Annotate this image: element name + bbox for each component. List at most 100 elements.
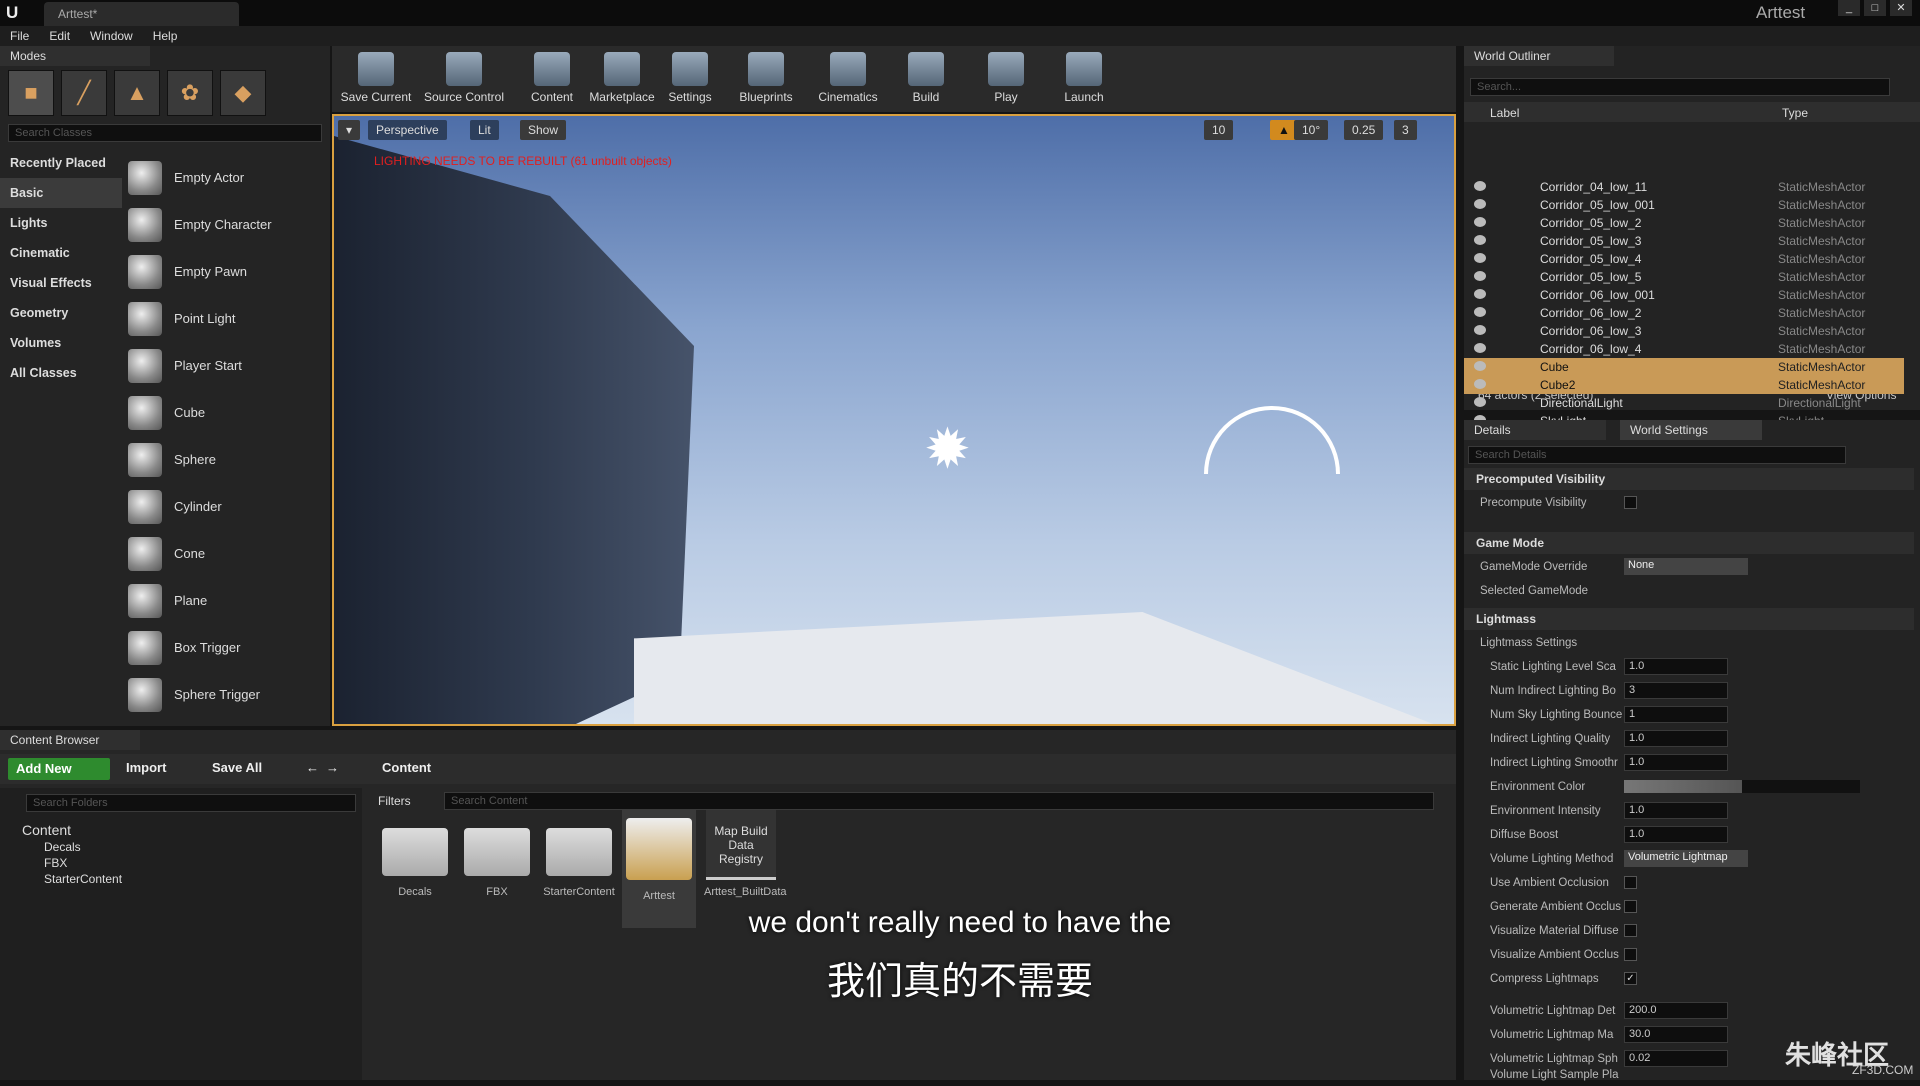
list-item[interactable]: Point Light (124, 295, 324, 342)
asset-tile[interactable]: Map Build Data Registry Arttest_BuiltData (704, 810, 787, 898)
category-geometry[interactable]: Geometry (0, 298, 122, 328)
content-button[interactable]: Content (512, 46, 592, 110)
landscape-mode-icon[interactable]: ▲ (114, 70, 160, 116)
property-value-field[interactable]: 1.0 (1624, 754, 1728, 771)
game-mode-section[interactable]: Game Mode (1464, 532, 1914, 554)
environment-color-swatch[interactable] (1624, 780, 1860, 793)
property-value-field[interactable]: 1 (1624, 706, 1728, 723)
menu-window[interactable]: Window (90, 29, 133, 43)
outliner-row[interactable]: Corridor_06_low_4 StaticMeshActor (1464, 340, 1904, 358)
world-settings-tab[interactable]: World Settings (1620, 420, 1762, 440)
add-new-button[interactable]: Add New (8, 758, 110, 780)
eye-icon[interactable] (1474, 199, 1486, 209)
maximize-button[interactable]: □ (1864, 0, 1886, 16)
directional-light-icon[interactable]: ✹ (924, 416, 971, 482)
lit-button[interactable]: Lit (470, 120, 499, 140)
volume-lighting-method-dropdown[interactable]: Volumetric Lightmap (1624, 850, 1748, 867)
outliner-row[interactable]: DirectionalLight DirectionalLight (1464, 394, 1904, 412)
menu-file[interactable]: File (10, 29, 29, 43)
category-recently-placed[interactable]: Recently Placed (0, 148, 122, 178)
list-item[interactable]: Cone (124, 530, 324, 577)
category-all-classes[interactable]: All Classes (0, 358, 122, 388)
tree-item-content[interactable]: Content (22, 822, 71, 838)
eye-icon[interactable] (1474, 343, 1486, 353)
eye-icon[interactable] (1474, 217, 1486, 227)
outliner-row[interactable]: Cube StaticMeshActor (1464, 358, 1904, 376)
list-item[interactable]: Plane (124, 577, 324, 624)
eye-icon[interactable] (1474, 235, 1486, 245)
save-current-button[interactable]: Save Current (336, 46, 416, 110)
eye-icon[interactable] (1474, 271, 1486, 281)
minimize-button[interactable]: _ (1838, 0, 1860, 16)
play-button[interactable]: Play (966, 46, 1046, 110)
save-all-button[interactable]: Save All (212, 760, 262, 775)
list-item[interactable]: Sphere Trigger (124, 671, 324, 718)
property-value-field[interactable]: 1.0 (1624, 730, 1728, 747)
property-value-field[interactable]: 0.02 (1624, 1050, 1728, 1067)
settings-button[interactable]: Settings (650, 46, 730, 110)
tree-item-decals[interactable]: Decals (44, 840, 81, 854)
property-value-field[interactable]: 1.0 (1624, 658, 1728, 675)
asset-tile[interactable]: Decals (378, 818, 452, 898)
details-search-input[interactable]: Search Details (1468, 446, 1846, 464)
import-button[interactable]: Import (126, 760, 166, 775)
outliner-row[interactable]: Corridor_05_low_5 StaticMeshActor (1464, 268, 1904, 286)
property-value-field[interactable]: 1.0 (1624, 826, 1728, 843)
category-visual-effects[interactable]: Visual Effects (0, 268, 122, 298)
list-item[interactable]: Empty Actor (124, 154, 324, 201)
content-browser-tab[interactable]: Content Browser (0, 730, 140, 750)
camera-speed-value[interactable]: 3 (1394, 120, 1417, 140)
outliner-row[interactable]: Corridor_06_low_3 StaticMeshActor (1464, 322, 1904, 340)
list-item[interactable]: Cube (124, 389, 324, 436)
show-button[interactable]: Show (520, 120, 567, 140)
outliner-row[interactable]: Corridor_05_low_4 StaticMeshActor (1464, 250, 1904, 268)
build-button[interactable]: Build (886, 46, 966, 110)
precompute-visibility-checkbox[interactable] (1624, 496, 1637, 509)
place-mode-icon[interactable]: ■ (8, 70, 54, 116)
forward-arrow-icon[interactable]: → (326, 760, 339, 775)
list-item[interactable]: Player Start (124, 342, 324, 389)
close-button[interactable]: ✕ (1890, 0, 1912, 16)
eye-icon[interactable] (1474, 253, 1486, 263)
gamemode-override-dropdown[interactable]: None (1624, 558, 1748, 575)
category-volumes[interactable]: Volumes (0, 328, 122, 358)
category-lights[interactable]: Lights (0, 208, 122, 238)
outliner-search-input[interactable]: Search... (1470, 78, 1890, 96)
lightmass-settings-expander[interactable]: Lightmass Settings (1480, 637, 1612, 649)
list-item[interactable]: Empty Character (124, 201, 324, 248)
search-classes-input[interactable]: Search Classes (8, 124, 322, 142)
selected-gamemode-expander[interactable]: Selected GameMode (1480, 585, 1612, 597)
label-column-header[interactable]: Label (1490, 106, 1519, 120)
outliner-row[interactable]: Corridor_06_low_2 StaticMeshActor (1464, 304, 1904, 322)
search-content-input[interactable]: Search Content (444, 792, 1434, 810)
eye-icon[interactable] (1474, 361, 1486, 371)
filters-button[interactable]: Filters (378, 794, 411, 808)
rotation-snap-value[interactable]: 10° (1294, 120, 1329, 140)
details-tab[interactable]: Details (1464, 420, 1606, 440)
corridor-mesh[interactable] (334, 136, 694, 724)
modes-tab[interactable]: Modes (0, 46, 150, 66)
geometry-mode-icon[interactable]: ◆ (220, 70, 266, 116)
eye-icon[interactable] (1474, 397, 1486, 407)
outliner-row[interactable]: Corridor_05_low_3 StaticMeshActor (1464, 232, 1904, 250)
menu-help[interactable]: Help (153, 29, 178, 43)
search-folders-input[interactable]: Search Folders (26, 794, 356, 812)
blueprints-button[interactable]: Blueprints (726, 46, 806, 110)
foliage-mode-icon[interactable]: ✿ (167, 70, 213, 116)
outliner-row[interactable]: Corridor_05_low_2 StaticMeshActor (1464, 214, 1904, 232)
viewport-menu-chevron-icon[interactable]: ▾ (338, 120, 361, 140)
property-checkbox[interactable] (1624, 876, 1637, 889)
path-breadcrumb[interactable]: Content (382, 760, 431, 775)
outliner-row[interactable]: Cube2 StaticMeshActor (1464, 376, 1904, 394)
document-tab[interactable]: Arttest* (44, 2, 239, 26)
list-item[interactable]: Sphere (124, 436, 324, 483)
menu-edit[interactable]: Edit (49, 29, 70, 43)
grid-snap-value[interactable]: 10 (1204, 120, 1234, 140)
precomputed-visibility-section[interactable]: Precomputed Visibility (1464, 468, 1914, 490)
perspective-button[interactable]: Perspective (368, 120, 447, 140)
lightmass-section[interactable]: Lightmass (1464, 608, 1914, 630)
eye-icon[interactable] (1474, 379, 1486, 389)
list-item[interactable]: Cylinder (124, 483, 324, 530)
scale-snap-value[interactable]: 0.25 (1344, 120, 1384, 140)
tree-item-startercontent[interactable]: StarterContent (44, 872, 122, 886)
